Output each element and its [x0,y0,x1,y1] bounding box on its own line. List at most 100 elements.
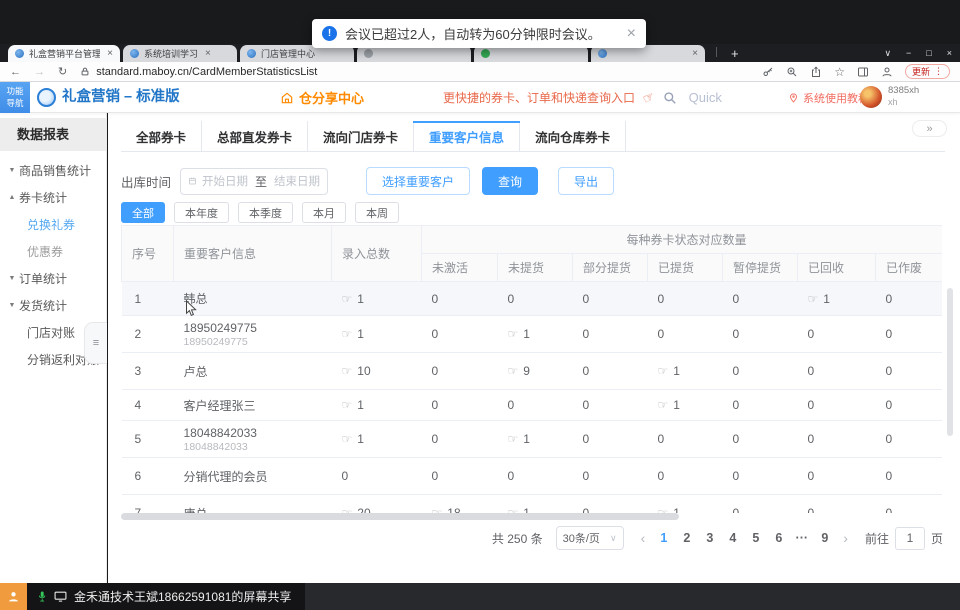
hand-link-icon: ☞ [342,506,353,513]
vertical-scrollbar-thumb[interactable] [947,288,953,436]
count-link-cell[interactable]: ☞1 [648,495,723,514]
window-maximize-button[interactable]: □ [926,48,931,58]
query-button[interactable]: 查询 [482,167,538,195]
key-icon[interactable] [762,66,774,78]
prev-page-button[interactable]: ‹ [641,530,646,546]
horizontal-scrollbar[interactable] [121,513,942,520]
page-number-3[interactable]: 3 [700,531,719,545]
share-center-link[interactable]: 仓分享中心 [280,82,364,113]
screen-share-indicator[interactable]: 金禾通技术王斌18662591081的屏幕共享 [27,583,305,610]
customer-cell[interactable]: 客户经理张三 [174,390,332,421]
tab-warehouse-flow-cards[interactable]: 流向仓库券卡 [520,121,626,151]
quick-search-label[interactable]: Quick [689,90,722,105]
sidebar-collapse-handle[interactable]: ≡ [84,322,107,364]
back-icon[interactable]: ← [10,66,21,78]
select-important-customer-button[interactable]: 选择重要客户 [366,167,470,195]
forward-icon[interactable]: → [34,66,45,78]
count-cell: 0 [422,353,498,390]
page-number-6[interactable]: 6 [769,531,788,545]
customer-cell[interactable]: 1895024977518950249775 [174,316,332,353]
export-button[interactable]: 导出 [558,167,614,195]
page-ellipsis[interactable]: ··· [792,531,811,545]
count-link-cell[interactable]: ☞1 [498,316,573,353]
goto-page-input[interactable] [895,527,925,550]
count-link-cell[interactable]: ☞1 [648,353,723,390]
quick-filter-all[interactable]: 全部 [121,202,165,223]
bookmark-star-icon[interactable]: ☆ [834,66,845,78]
customer-cell[interactable]: 卢总 [174,353,332,390]
quick-filter-quarter[interactable]: 本季度 [238,202,293,223]
browser-tab[interactable]: 系统培训学习 × [123,45,237,62]
count-link-cell[interactable]: ☞1 [648,390,723,421]
horizontal-scrollbar-thumb[interactable] [121,513,679,520]
sidebar-item-order-stats[interactable]: ▼ 订单统计 [0,265,106,292]
count-cell: 0 [573,353,648,390]
sidebar-item-exchange-coupon[interactable]: 兑换礼券 [0,211,106,238]
customer-cell[interactable]: 分销代理的会员 [174,458,332,495]
count-link-cell[interactable]: ☞1 [332,390,422,421]
url-text[interactable]: standard.maboy.cn/CardMemberStatisticsLi… [96,66,317,78]
window-close-button[interactable]: × [947,48,952,58]
zoom-icon[interactable] [786,66,798,78]
count-link-cell[interactable]: ☞10 [332,353,422,390]
customer-cell[interactable]: 韩总 [174,282,332,316]
tab-favicon-icon [481,49,490,58]
window-minimize-button[interactable]: − [906,48,911,58]
tab-close-icon[interactable]: × [107,48,113,59]
page-number-5[interactable]: 5 [746,531,765,545]
tab-important-customers[interactable]: 重要客户信息 [414,121,520,151]
customer-cell[interactable]: 唐总 [174,495,332,514]
count-link-cell[interactable]: ☞1 [332,282,422,316]
date-range-input[interactable]: 开始日期 至 结束日期 [180,168,328,195]
count-link-cell[interactable]: ☞1 [498,421,573,458]
count-link-cell[interactable]: ☞18 [422,495,498,514]
vertical-scrollbar[interactable] [947,285,953,513]
sidebar-item-discount-coupon[interactable]: 优惠券 [0,238,106,265]
toast-close-icon[interactable]: × [627,26,636,42]
sidebar-item-shipping-stats[interactable]: ▼ 发货统计 [0,292,106,319]
participant-icon[interactable] [0,583,27,610]
page-number-4[interactable]: 4 [723,531,742,545]
page-number-2[interactable]: 2 [677,531,696,545]
new-tab-button[interactable]: + [731,45,739,62]
panel-collapse-button[interactable]: » [912,120,947,137]
tab-favicon-icon [364,49,373,58]
more-vert-icon[interactable]: ⋮ [934,66,943,77]
window-menu-icon[interactable]: ∨ [884,48,891,59]
reload-icon[interactable]: ↻ [58,65,67,78]
count-link-cell[interactable]: ☞20 [332,495,422,514]
quick-filter-month[interactable]: 本月 [302,202,346,223]
quick-filter-year[interactable]: 本年度 [174,202,229,223]
page-number-1[interactable]: 1 [654,531,673,545]
share-icon[interactable] [810,66,822,78]
browser-tab-active[interactable]: 礼盒营销平台管理中心 × [8,45,120,62]
tab-store-flow-cards[interactable]: 流向门店券卡 [308,121,414,151]
count-link-cell[interactable]: ☞1 [332,316,422,353]
user-avatar[interactable] [860,86,882,108]
count-link-cell[interactable]: ☞9 [498,353,573,390]
quick-filter-week[interactable]: 本周 [355,202,399,223]
profile-icon[interactable] [881,66,893,78]
count-link-cell[interactable]: ☞1 [332,421,422,458]
search-icon[interactable] [663,91,677,105]
count-value: 1 [357,432,364,446]
tab-all-cards[interactable]: 全部券卡 [121,121,202,151]
next-page-button[interactable]: › [843,530,848,546]
page-size-select[interactable]: 30条/页 ∨ [556,526,624,550]
sidebar-item-card-stats[interactable]: ▲ 券卡统计 [0,184,106,211]
quick-entry-link[interactable]: 更快捷的券卡、订单和快递查询入口 [443,89,635,106]
tutorial-link[interactable]: 系统使用教程 [788,82,869,113]
count-link-cell[interactable]: ☞1 [798,282,876,316]
count-link-cell[interactable]: ☞1 [498,495,573,514]
tab-close-icon[interactable]: × [205,48,211,59]
browser-update-button[interactable]: 更新 ⋮ [905,64,950,79]
tab-hq-direct-cards[interactable]: 总部直发券卡 [202,121,308,151]
function-nav-toggle[interactable]: 功能 导航 [0,82,30,113]
count-value: 0 [432,292,439,306]
customer-cell[interactable]: 1804884203318048842033 [174,421,332,458]
side-panel-icon[interactable] [857,66,869,78]
page-number-9[interactable]: 9 [815,531,834,545]
taskbar: 金禾通技术王斌18662591081的屏幕共享 [0,583,960,610]
sidebar-item-product-sales[interactable]: ▼ 商品销售统计 [0,157,106,184]
tab-close-icon[interactable]: × [692,48,698,59]
